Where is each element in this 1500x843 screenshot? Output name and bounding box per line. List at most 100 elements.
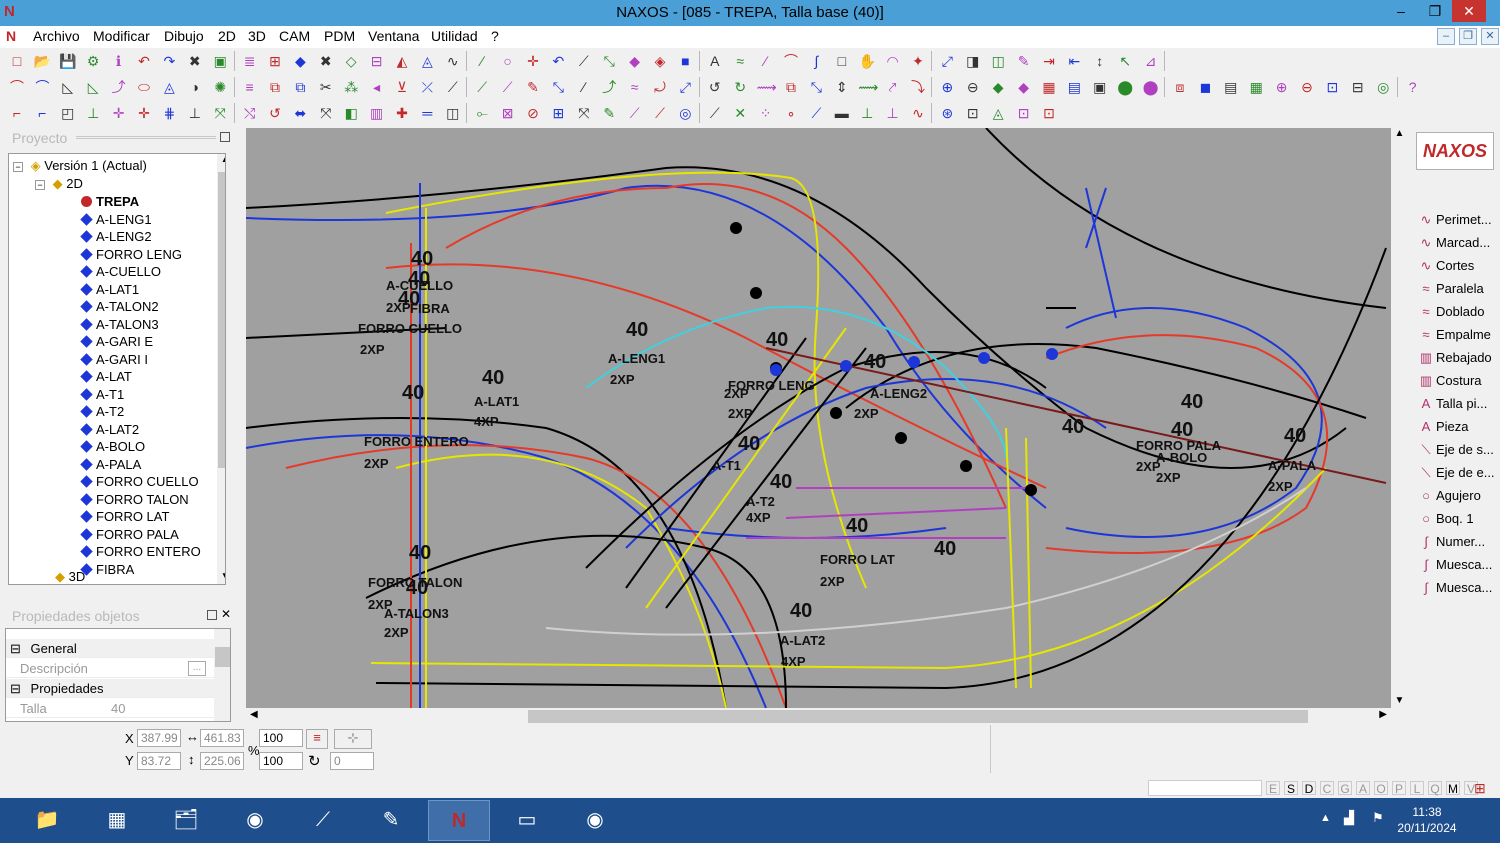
- toolbar-tool-icon[interactable]: □: [833, 52, 851, 70]
- collapse-icon[interactable]: ⊟: [6, 641, 21, 656]
- mdi-close-button[interactable]: ✕: [1481, 28, 1499, 45]
- toolbar-tool-icon[interactable]: ◠: [884, 52, 902, 70]
- toolbar-tool-icon[interactable]: ⌒: [782, 52, 800, 70]
- tree-item[interactable]: A-CUELLO: [80, 263, 161, 280]
- maximize-button[interactable]: ❐: [1418, 0, 1452, 22]
- panel-pin-icon[interactable]: [220, 132, 230, 142]
- toolbar-tool-icon[interactable]: ▦: [1247, 78, 1265, 96]
- layers-icon[interactable]: ⊞: [1474, 780, 1486, 797]
- chrome-icon[interactable]: ◉: [224, 800, 286, 841]
- toolbar-tool-icon[interactable]: ▣: [1091, 78, 1109, 96]
- pencil-app-icon[interactable]: ✎: [360, 800, 422, 841]
- layer-toggle[interactable]: C: [1320, 781, 1334, 796]
- toolbar-tool-icon[interactable]: ⊘: [524, 104, 542, 122]
- toolbar-tool-icon[interactable]: ▦: [1040, 78, 1058, 96]
- app-icon[interactable]: ⟋: [292, 800, 354, 841]
- tree-item[interactable]: FORRO PALA: [80, 526, 179, 543]
- toolbar-tool-icon[interactable]: ⧉: [266, 78, 284, 96]
- tree-item[interactable]: A-LENG2: [80, 228, 152, 245]
- toolbar-tool-icon[interactable]: ⁘: [757, 104, 775, 122]
- files-icon[interactable]: 🗂: [155, 800, 217, 841]
- tool-item[interactable]: ∫ Numer...: [1416, 532, 1500, 552]
- toolbar-tool-icon[interactable]: ◎: [1374, 78, 1392, 96]
- tool-item[interactable]: ∫ Muesca...: [1416, 578, 1500, 598]
- toolbar-tool-icon[interactable]: ✂: [317, 78, 335, 96]
- photos-icon[interactable]: ▭: [496, 800, 558, 841]
- toolbar-tool-icon[interactable]: ◆: [291, 52, 309, 70]
- toolbar-tool-icon[interactable]: ⬤: [1116, 78, 1134, 96]
- scroll-up-icon[interactable]: ▲: [217, 154, 225, 165]
- toolbar-tool-icon[interactable]: ≈: [626, 78, 644, 96]
- toolbar-tool-icon[interactable]: ⌐: [33, 104, 51, 122]
- canvas-vscrollbar[interactable]: ▲ ▼: [1391, 128, 1408, 708]
- layer-toggle[interactable]: E: [1266, 781, 1280, 796]
- toolbar-tool-icon[interactable]: ◰: [59, 104, 77, 122]
- chrome-profile-icon[interactable]: ◉: [564, 800, 626, 841]
- toolbar-tool-icon[interactable]: ✎: [1015, 52, 1033, 70]
- pattern-drawing[interactable]: 4040A-CUELLO402XP FIBRAFORRO CUELLO2XP40A…: [246, 128, 1391, 708]
- menu-3d[interactable]: 3D: [248, 28, 266, 44]
- toolbar-tool-icon[interactable]: ⤧: [317, 104, 335, 122]
- toolbar-tool-icon[interactable]: ✛: [110, 104, 128, 122]
- toolbar-tool-icon[interactable]: ⤾: [651, 78, 669, 96]
- toolbar-tool-icon[interactable]: ⤴: [110, 78, 128, 96]
- layer-toggle[interactable]: G: [1338, 781, 1352, 796]
- toolbar-tool-icon[interactable]: ⤧: [211, 104, 229, 122]
- toolbar-tool-icon[interactable]: A: [706, 52, 724, 70]
- scale-y-input[interactable]: 100: [259, 752, 303, 770]
- tree-item[interactable]: A-LENG1: [80, 211, 152, 228]
- toolbar-tool-icon[interactable]: ⤭: [241, 104, 259, 122]
- explorer-icon[interactable]: 📁: [16, 800, 78, 841]
- layer-toggle[interactable]: M: [1446, 781, 1460, 796]
- toolbar-tool-icon[interactable]: ◂: [368, 78, 386, 96]
- tree-root[interactable]: − ◈ Versión 1 (Actual): [13, 157, 147, 174]
- prop-row-descripcion[interactable]: Descripción...: [6, 659, 214, 678]
- toolbar-tool-icon[interactable]: ⤢: [938, 52, 956, 70]
- tree-item[interactable]: A-PALA: [80, 456, 141, 473]
- tree-item[interactable]: FORRO CUELLO: [80, 473, 199, 490]
- toolbar-tool-icon[interactable]: ▤: [1222, 78, 1240, 96]
- layer-toggle[interactable]: P: [1392, 781, 1406, 796]
- toolbar-tool-icon[interactable]: ⧉: [782, 78, 800, 96]
- toolbar-tool-icon[interactable]: ⊕: [1273, 78, 1291, 96]
- toolbar-tool-icon[interactable]: ?: [1404, 78, 1422, 96]
- toolbar-tool-icon[interactable]: ⬭: [135, 78, 153, 96]
- tool-item[interactable]: ▥ Costura: [1416, 371, 1500, 391]
- scroll-up-icon[interactable]: ▲: [1391, 128, 1408, 139]
- tool-item[interactable]: ≈ Empalme: [1416, 325, 1500, 345]
- flag-icon[interactable]: ⚑: [1372, 810, 1384, 826]
- toolbar-tool-icon[interactable]: ⟋: [807, 104, 825, 122]
- toolbar-tool-icon[interactable]: ⊛: [938, 104, 956, 122]
- toolbar-tool-icon[interactable]: ◆: [1015, 78, 1033, 96]
- menu-ventana[interactable]: Ventana: [368, 28, 419, 44]
- panel-close-icon[interactable]: ✕: [221, 607, 231, 621]
- tool-item[interactable]: ∿ Perimet...: [1416, 210, 1500, 230]
- toolbar-tool-icon[interactable]: ↕: [1091, 52, 1109, 70]
- toolbar-tool-icon[interactable]: ⤵: [909, 78, 927, 96]
- tree-item[interactable]: TREPA: [81, 193, 139, 210]
- toolbar-tool-icon[interactable]: ⇤: [1065, 52, 1083, 70]
- network-icon[interactable]: ▟: [1344, 810, 1354, 826]
- toolbar-tool-icon[interactable]: ⟋: [575, 52, 593, 70]
- menu-utilidad[interactable]: Utilidad: [431, 28, 478, 44]
- tree-item[interactable]: A-T2: [80, 403, 124, 420]
- toolbar-tool-icon[interactable]: ⤡: [600, 52, 618, 70]
- canvas-hscroll-thumb[interactable]: [528, 710, 1308, 723]
- tool-item[interactable]: ∫ Muesca...: [1416, 555, 1500, 575]
- tool-item[interactable]: ≈ Doblado: [1416, 302, 1500, 322]
- toolbar-tool-icon[interactable]: ✚: [393, 104, 411, 122]
- tree-item[interactable]: A-TALON2: [80, 298, 159, 315]
- toolbar-tool-icon[interactable]: ⤫: [418, 78, 436, 96]
- toolbar-tool-icon[interactable]: ⊠: [499, 104, 517, 122]
- prop-row-talla[interactable]: Talla 40: [6, 699, 214, 718]
- drawing-canvas[interactable]: 40 40 A-CUELLO 40 2XP FIBRA FORRO CUELLO 2XP 40 A…: [246, 128, 1391, 708]
- collapse-icon[interactable]: −: [13, 162, 23, 172]
- toolbar-tool-icon[interactable]: ⟿: [858, 78, 878, 96]
- toolbar-tool-icon[interactable]: ⊡: [964, 104, 982, 122]
- canvas-vscroll-track[interactable]: [1392, 148, 1407, 648]
- naxos-taskbar-icon[interactable]: N: [428, 800, 490, 841]
- toolbar-tool-icon[interactable]: ◧: [342, 104, 360, 122]
- tree-folder-2d[interactable]: − ◆ 2D: [35, 175, 83, 192]
- tool-item[interactable]: ∿ Marcad...: [1416, 233, 1500, 253]
- tool-item[interactable]: ≈ Paralela: [1416, 279, 1500, 299]
